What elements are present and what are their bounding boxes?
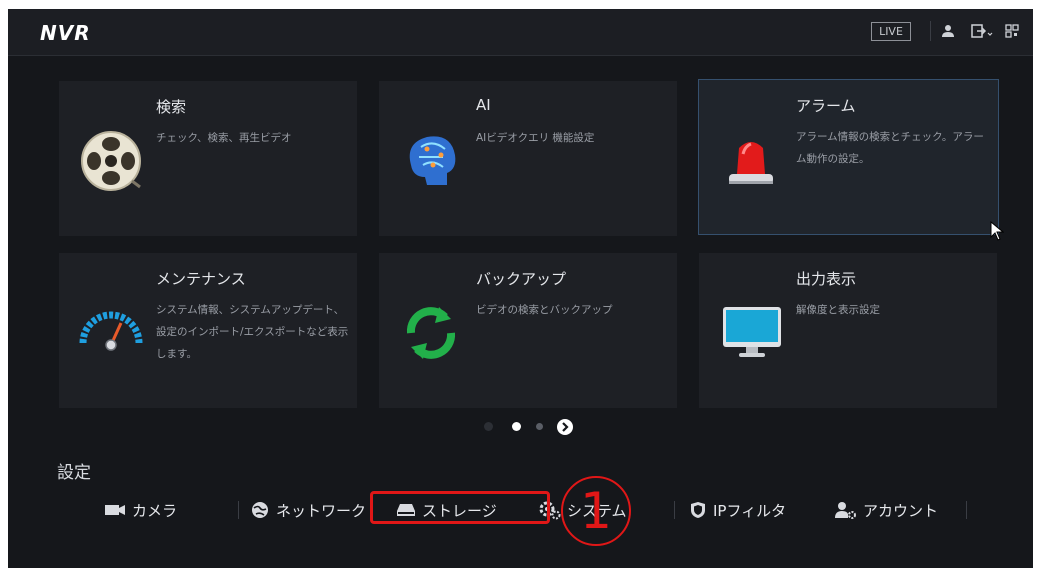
tile-ai[interactable]: AI AIビデオクエリ 機能設定 <box>379 81 677 236</box>
nvr-main-menu: NVR LIVE 検索 チェック、検索、再生ビデオ AI AIビデオクエリ 機能… <box>8 9 1033 568</box>
nvr-logo: NVR <box>40 21 91 45</box>
tile-backup[interactable]: バックアップ ビデオの検索とバックアップ <box>379 253 677 408</box>
network-globe-icon <box>250 500 270 520</box>
divider <box>966 501 967 519</box>
alarm-siren-icon <box>717 124 785 192</box>
tile-title: アラーム <box>796 97 856 115</box>
tile-title: 出力表示 <box>796 270 857 288</box>
mouse-cursor-icon <box>990 220 1005 245</box>
settings-ip-filter[interactable]: IPフィルタ <box>689 497 786 523</box>
tile-title: メンテナンス <box>156 270 246 288</box>
divider <box>674 501 675 519</box>
page-indicator <box>484 419 584 435</box>
page-dot[interactable] <box>484 422 493 431</box>
tile-maintenance[interactable]: メンテナンス システム情報、システムアップデート、設定のインポート/エクスポート… <box>59 253 357 408</box>
settings-label: ネットワーク <box>276 501 367 520</box>
tile-output-display[interactable]: 出力表示 解像度と表示設定 <box>699 253 997 408</box>
gauge-icon <box>77 297 145 365</box>
qr-code-icon[interactable] <box>1005 23 1019 42</box>
tile-title: AI <box>476 96 491 114</box>
logout-icon[interactable] <box>971 23 993 42</box>
settings-label: カメラ <box>132 501 178 520</box>
monitor-icon <box>717 297 785 365</box>
page-dot[interactable] <box>536 423 543 430</box>
tile-title: 検索 <box>156 98 187 116</box>
page-dot-active[interactable] <box>512 422 521 431</box>
annotation-step-marker: 1 <box>561 476 631 546</box>
live-button[interactable]: LIVE <box>871 22 911 41</box>
user-gear-icon <box>835 501 857 519</box>
sync-arrows-icon <box>397 297 465 365</box>
user-icon[interactable] <box>941 23 955 42</box>
settings-account[interactable]: アカウント <box>835 497 938 523</box>
next-page-icon[interactable] <box>557 419 573 435</box>
shield-icon <box>689 501 707 519</box>
film-reel-icon <box>77 125 145 193</box>
tile-description: システム情報、システムアップデート、設定のインポート/エクスポートなど表示します… <box>156 304 349 360</box>
tile-alarm[interactable]: アラーム アラーム情報の検索とチェック。アラーム動作の設定。 <box>698 79 999 235</box>
tile-title: バックアップ <box>476 270 567 288</box>
divider <box>238 501 239 519</box>
ai-brain-icon <box>397 125 465 193</box>
settings-network[interactable]: ネットワーク <box>250 497 366 523</box>
settings-camera[interactable]: カメラ <box>104 497 177 523</box>
tile-description: AIビデオクエリ 機能設定 <box>476 132 595 144</box>
tile-search[interactable]: 検索 チェック、検索、再生ビデオ <box>59 81 357 236</box>
annotation-highlight-box <box>370 491 550 524</box>
tile-description: チェック、検索、再生ビデオ <box>156 132 292 144</box>
camera-icon <box>104 503 126 517</box>
settings-label: IPフィルタ <box>713 501 787 520</box>
toolbar-divider <box>930 21 931 41</box>
tile-description: 解像度と表示設定 <box>796 304 880 316</box>
tile-description: アラーム情報の検索とチェック。アラーム動作の設定。 <box>796 131 984 165</box>
tile-description: ビデオの検索とバックアップ <box>476 304 613 316</box>
settings-label: アカウント <box>863 501 939 520</box>
settings-section-label: 設定 <box>57 463 91 483</box>
top-bar: NVR LIVE <box>8 9 1033 56</box>
